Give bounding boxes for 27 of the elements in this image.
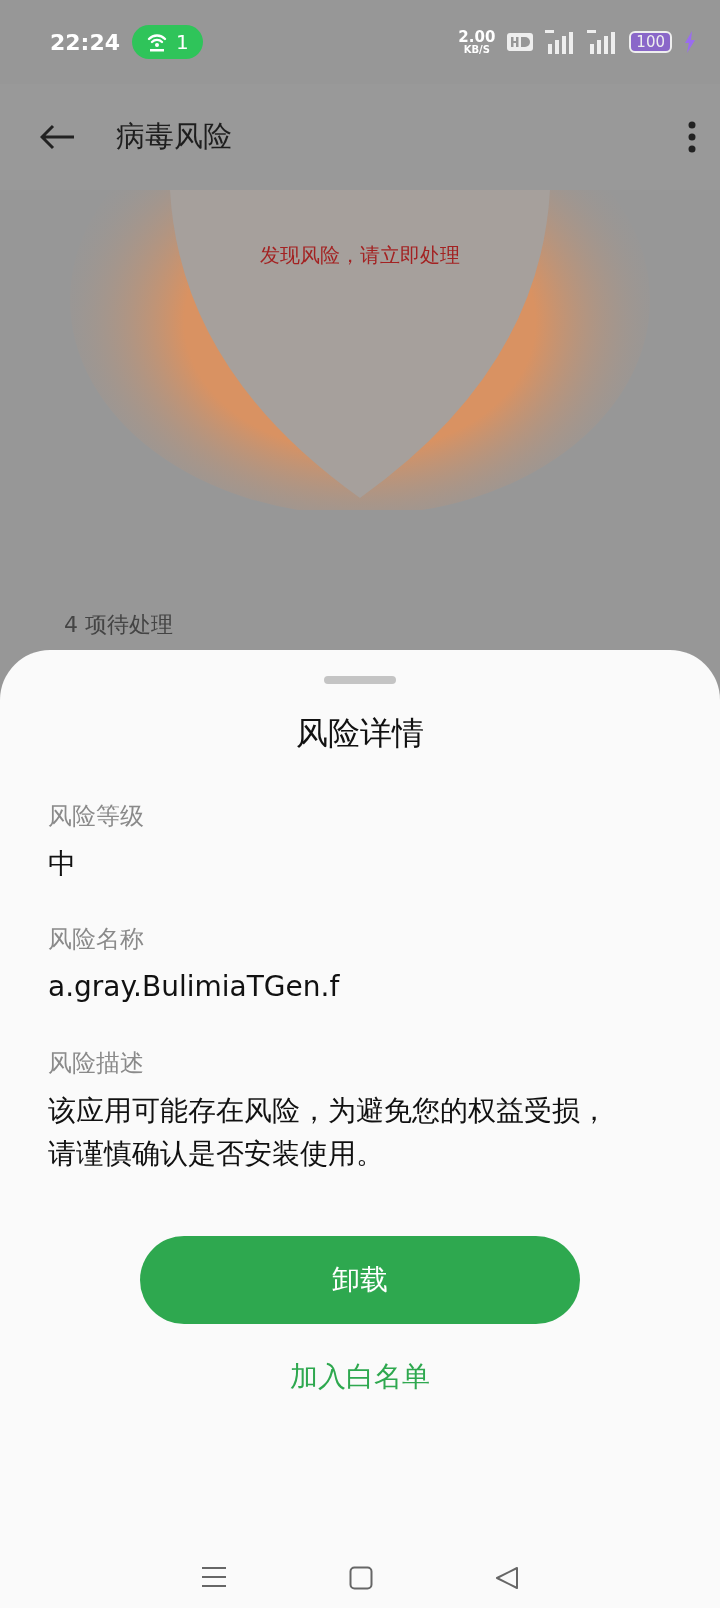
risk-message: 发现风险，请立即处理 xyxy=(260,242,460,269)
sheet-title: 风险详情 xyxy=(295,713,425,754)
field-value: a.gray.BulimiaTGen.f xyxy=(48,969,341,1006)
signal-icon xyxy=(545,30,576,54)
battery-indicator: 100 xyxy=(629,31,672,53)
clock: 22:24 xyxy=(50,29,121,55)
signal-icon xyxy=(587,30,618,54)
back-icon[interactable] xyxy=(40,124,76,150)
charging-icon xyxy=(684,31,696,53)
field-label: 风险名称 xyxy=(48,924,145,956)
home-icon[interactable] xyxy=(349,1566,373,1590)
field-label: 风险等级 xyxy=(48,801,145,832)
network-speed: 2.00 KB/S xyxy=(458,29,496,55)
back-nav-icon[interactable] xyxy=(495,1566,519,1590)
menu-icon[interactable] xyxy=(201,1566,227,1588)
hotspot-badge: 1 xyxy=(132,25,203,59)
page-title: 病毒风险 xyxy=(116,118,233,155)
drag-handle[interactable] xyxy=(324,676,396,684)
uninstall-button[interactable]: 卸载 xyxy=(140,1235,580,1324)
field-value: 中 xyxy=(48,846,77,882)
hotspot-icon xyxy=(146,32,169,52)
field-value: 该应用可能存在风险，为避免您的权益受损，请谨慎确认是否安装使用。 xyxy=(48,1092,609,1173)
pending-count: 4 项待处理 xyxy=(64,611,174,639)
field-label: 风险描述 xyxy=(48,1047,145,1079)
more-icon[interactable] xyxy=(688,121,696,153)
whitelist-link[interactable]: 加入白名单 xyxy=(274,1349,446,1404)
hd-icon xyxy=(507,33,534,51)
